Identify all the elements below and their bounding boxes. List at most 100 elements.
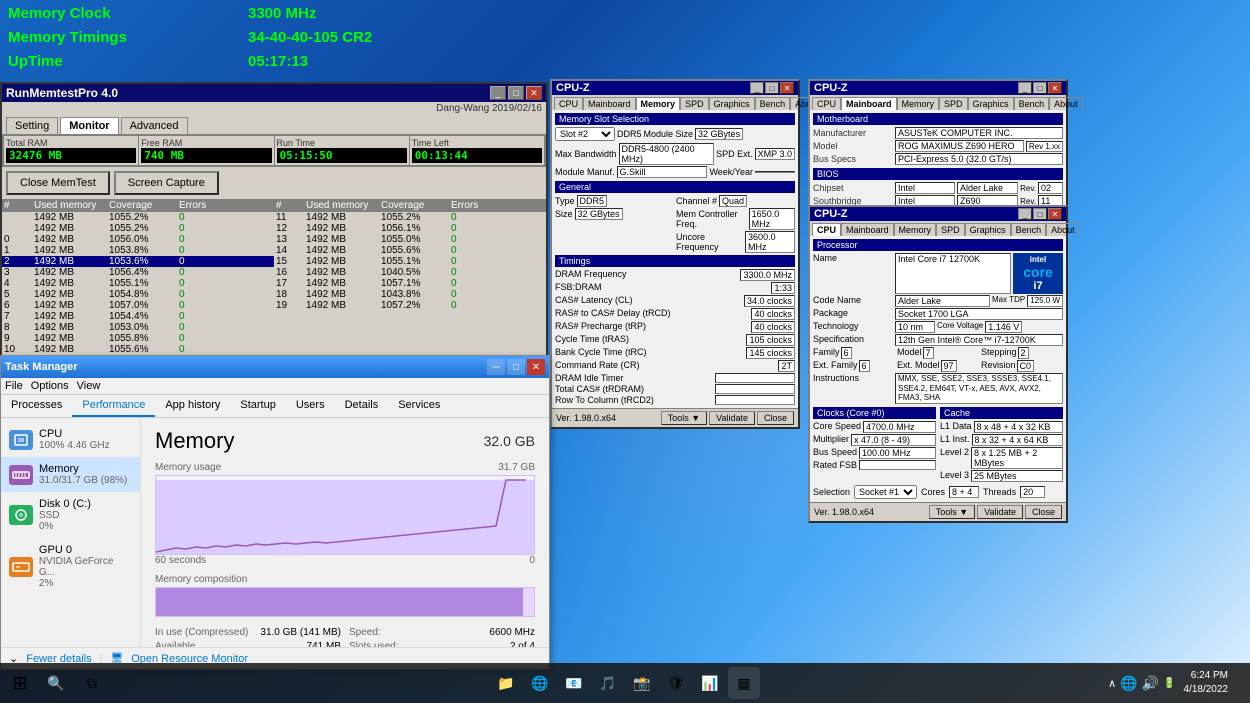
tab-advanced[interactable]: Advanced [121, 117, 188, 134]
taskman-sidebar-cpu[interactable]: CPU 100% 4.46 GHz [1, 422, 140, 457]
taskbar-volume-icon[interactable]: 🔊 [1142, 675, 1159, 692]
taskbar-chevron-up[interactable]: ∧ [1108, 677, 1116, 690]
taskman-menu-options[interactable]: Options [31, 380, 69, 392]
taskbar-battery-icon[interactable]: 🔋 [1163, 678, 1175, 689]
taskbar-network-icon[interactable]: 🌐 [1120, 675, 1137, 692]
left-table-row: 71492 MB1054.4%0 [2, 311, 274, 322]
taskbar-explorer-icon[interactable]: 📁 [490, 667, 522, 699]
cpuz-cpu-close-btn[interactable]: Close [1025, 505, 1062, 519]
taskbar-edge-icon[interactable]: 🌐 [524, 667, 556, 699]
cpuz-mem-close-btn[interactable]: Close [757, 411, 794, 425]
taskman-tab-startup[interactable]: Startup [230, 395, 285, 417]
cpuz-cpu-tab-bench[interactable]: Bench [1011, 223, 1047, 236]
taskbar-photos-icon[interactable]: 📸 [626, 667, 658, 699]
taskman-tab-processes[interactable]: Processes [1, 395, 72, 417]
cpuz-cpu-tab-mainboard[interactable]: Mainboard [841, 223, 894, 236]
cpuz-mem-validate-button[interactable]: Validate [709, 411, 755, 425]
cpuz-cpu-tab-cpu[interactable]: CPU [812, 223, 841, 236]
notification-area[interactable] [1236, 667, 1242, 699]
cpuz-cpu-tab-memory[interactable]: Memory [894, 223, 937, 236]
search-button[interactable]: 🔍 [40, 667, 72, 699]
cpuz-mb-tab-memory[interactable]: Memory [897, 97, 940, 110]
cpuz-mem-tab-memory[interactable]: Memory [636, 97, 681, 110]
cpuz-mb-tab-bench[interactable]: Bench [1014, 97, 1050, 110]
taskbar-clock[interactable]: 6:24 PM 4/18/2022 [1180, 669, 1233, 697]
taskbar-stats-icon[interactable]: 📊 [694, 667, 726, 699]
cpuz-socket-select[interactable]: Socket #1 [854, 485, 917, 499]
cpuz-cpu-tools-button[interactable]: Tools ▼ [929, 505, 975, 519]
cpuz-memory-window: CPU-Z _ □ ✕ CPU Mainboard Memory SPD Gra… [550, 79, 800, 429]
close-memtest-button[interactable]: Close MemTest [6, 171, 110, 195]
overlay-memory-clock-label: Memory Clock [8, 2, 168, 26]
cpuz-mb-tab-spd[interactable]: SPD [939, 97, 968, 110]
cpuz-cpu-max-button[interactable]: □ [1033, 208, 1047, 220]
cpuz-model: 7 [923, 347, 934, 359]
cpuz-mem-max-button[interactable]: □ [765, 82, 779, 94]
start-button[interactable]: ⊞ [4, 667, 36, 699]
taskman-sidebar-gpu[interactable]: GPU 0 NVIDIA GeForce G... 2% [1, 538, 140, 595]
cpuz-ext-family: 6 [859, 360, 870, 372]
cpuz-cpu-tab-graphics[interactable]: Graphics [965, 223, 1011, 236]
memory-composition-label: Memory composition [155, 574, 535, 585]
cpuz-mem-min-button[interactable]: _ [750, 82, 764, 94]
taskman-max-button[interactable]: □ [507, 359, 525, 375]
right-table-row: 131492 MB1055.0%0 [274, 234, 546, 245]
taskbar-music-icon[interactable]: 🎵 [592, 667, 624, 699]
taskbar-shield-icon[interactable]: 🛡 [660, 667, 692, 699]
cpuz-mem-tab-cpu[interactable]: CPU [554, 97, 583, 110]
runmemtest-left-table: # Used memory Coverage Errors 1492 MB105… [2, 199, 274, 355]
cpuz-mb-min-button[interactable]: _ [1018, 82, 1032, 94]
cpuz-mem-close-button[interactable]: ✕ [780, 82, 794, 94]
cpuz-clocks-section: Clocks (Core #0) [813, 407, 936, 419]
cpuz-chipset-alder: Alder Lake [957, 182, 1018, 194]
cpuz-mb-tab-cpu[interactable]: CPU [812, 97, 841, 110]
taskbar-mail-icon[interactable]: 📧 [558, 667, 590, 699]
taskview-button[interactable]: ⧉ [76, 667, 108, 699]
cpuz-multiplier: x 47.0 (8 - 49) [851, 434, 936, 446]
memory-chart-area: Memory usage 31.7 GB 60 seconds 0 [155, 462, 535, 566]
tab-setting[interactable]: Setting [6, 117, 58, 134]
cpuz-mem-tab-mainboard[interactable]: Mainboard [583, 97, 636, 110]
cpuz-slot-select[interactable]: Slot #2Slot #1 [555, 127, 615, 141]
cpuz-mb-tab-about[interactable]: About [1049, 97, 1083, 110]
taskman-tab-performance[interactable]: Performance [72, 395, 155, 417]
cpuz-cpu-min-button[interactable]: _ [1018, 208, 1032, 220]
screen-capture-button[interactable]: Screen Capture [114, 171, 219, 195]
runmemtest-minimize-button[interactable]: _ [490, 86, 506, 100]
taskman-tab-details[interactable]: Details [335, 395, 389, 417]
cpuz-mem-tab-graphics[interactable]: Graphics [709, 97, 755, 110]
memory-total-size: 32.0 GB [484, 433, 535, 449]
taskbar-extra-icon[interactable]: ▦ [728, 667, 760, 699]
cpuz-cpu-tab-spd[interactable]: SPD [936, 223, 965, 236]
taskman-tab-apphistory[interactable]: App history [155, 395, 230, 417]
memory-speed: 6600 MHz [489, 627, 535, 638]
cpuz-cpu-tab-about[interactable]: About [1046, 223, 1080, 236]
cpuz-cpu-titlebar: CPU-Z _ □ ✕ [810, 207, 1066, 221]
taskman-menu-view[interactable]: View [77, 380, 101, 392]
cpuz-cpu-close-button[interactable]: ✕ [1048, 208, 1062, 220]
taskman-min-button[interactable]: ─ [487, 359, 505, 375]
taskman-close-button[interactable]: ✕ [527, 359, 545, 375]
taskman-tab-users[interactable]: Users [286, 395, 335, 417]
free-ram-label: Free RAM [141, 138, 271, 148]
cpuz-mem-tools-button[interactable]: Tools ▼ [661, 411, 707, 425]
taskman-tab-services[interactable]: Services [388, 395, 450, 417]
cpuz-mem-tab-spd[interactable]: SPD [680, 97, 709, 110]
cpuz-cpu-validate-button[interactable]: Validate [977, 505, 1023, 519]
runmemtest-maximize-button[interactable]: □ [508, 86, 524, 100]
cpuz-memory-titlebar: CPU-Z _ □ ✕ [552, 81, 798, 95]
tab-monitor[interactable]: Monitor [60, 117, 118, 134]
taskman-sidebar-memory[interactable]: Memory 31.0/31.7 GB (98%) [1, 457, 140, 492]
cpuz-mb-tab-graphics[interactable]: Graphics [968, 97, 1014, 110]
cpuz-mb-close-button[interactable]: ✕ [1048, 82, 1062, 94]
taskman-menu-file[interactable]: File [5, 380, 23, 392]
cpuz-mem-tab-bench[interactable]: Bench [755, 97, 791, 110]
taskmanager-title: Task Manager [5, 361, 487, 373]
taskbar: ⊞ 🔍 ⧉ 📁 🌐 📧 🎵 📸 🛡 📊 ▦ ∧ 🌐 🔊 🔋 6:24 PM 4/… [0, 663, 1250, 703]
taskmanager-main-panel: Memory 32.0 GB Memory usage 31.7 GB [141, 418, 549, 647]
cpuz-mb-max-button[interactable]: □ [1033, 82, 1047, 94]
runmemtest-close-button[interactable]: ✕ [526, 86, 542, 100]
in-use-row: In use (Compressed) 31.0 GB (141 MB) [155, 627, 341, 638]
taskman-sidebar-disk[interactable]: Disk 0 (C:) SSD 0% [1, 492, 140, 538]
cpuz-mb-tab-mainboard[interactable]: Mainboard [841, 97, 897, 110]
